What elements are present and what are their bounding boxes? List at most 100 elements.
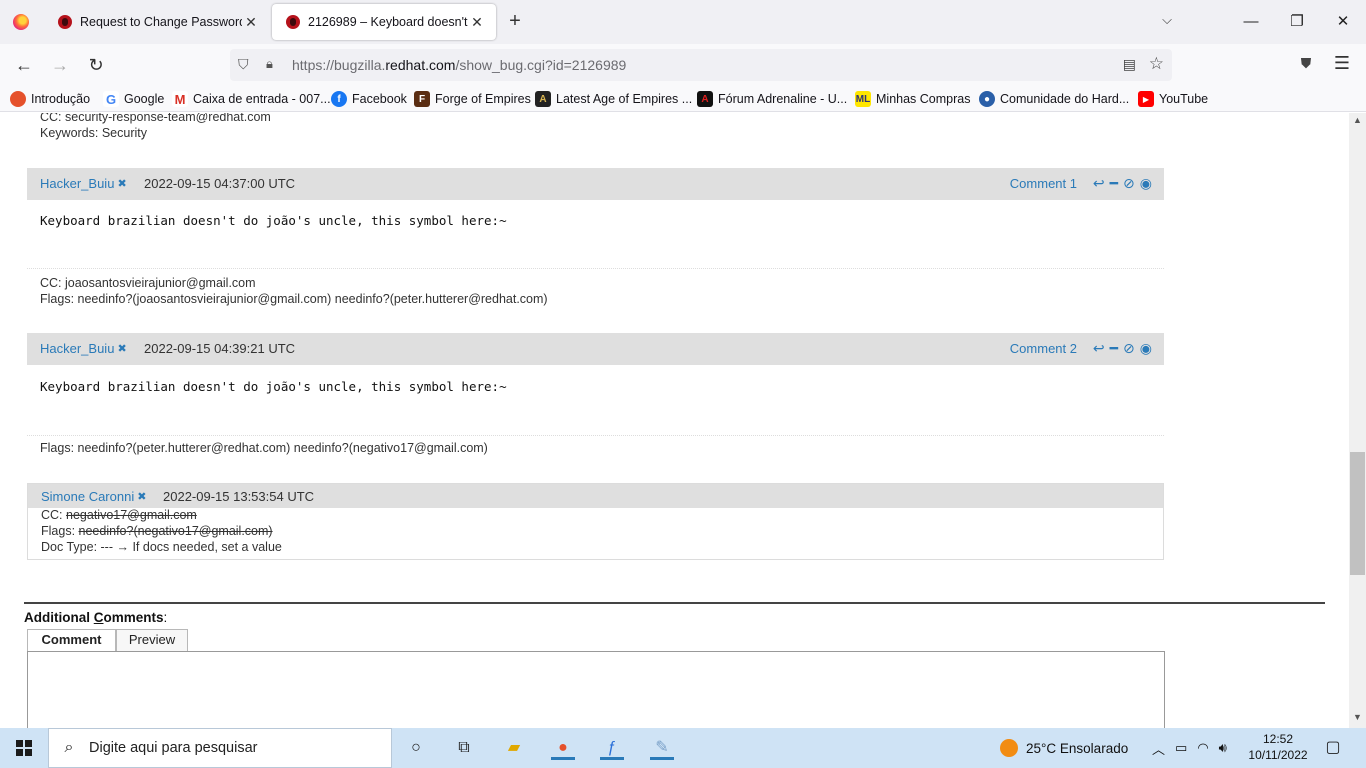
- bookmark-google[interactable]: G Google: [103, 90, 164, 108]
- reader-view-icon[interactable]: ▤: [1123, 56, 1136, 73]
- forward-arrow-icon[interactable]: →: [48, 53, 72, 77]
- taskbar-search-box[interactable]: ⌕ Digite aqui para pesquisar: [48, 728, 392, 768]
- wifi-icon[interactable]: ◠: [1197, 740, 1208, 756]
- scroll-up-arrow-icon[interactable]: ▲: [1349, 115, 1366, 129]
- tab-bar: Request to Change Password ✕ 2126989 – K…: [0, 0, 1366, 44]
- tab-preview[interactable]: Preview: [116, 629, 188, 651]
- top-keywords-line: Keywords: Security: [40, 126, 147, 140]
- close-icon[interactable]: ✕: [468, 14, 486, 31]
- firefox-icon: [10, 91, 26, 107]
- bookmark-introducao[interactable]: Introdução: [10, 90, 90, 108]
- pocket-icon[interactable]: ⛊: [1296, 55, 1316, 75]
- url-text[interactable]: https://bugzilla.redhat.com/show_bug.cgi…: [292, 57, 626, 73]
- comment-header: Hacker_Buiu ✖ 2022-09-15 04:37:00 UTC Com…: [27, 168, 1164, 200]
- chevron-up-icon[interactable]: ︿: [1152, 739, 1165, 758]
- hide-eye-icon[interactable]: ⊘: [1123, 340, 1135, 357]
- activity-flags-line: Flags: needinfo?(negativo17@gmail.com): [41, 524, 273, 538]
- comment-date: 2022-09-15 04:37:00 UTC: [144, 176, 296, 191]
- system-clock[interactable]: 12:52 10/11/2022: [1246, 731, 1310, 763]
- eye-icon[interactable]: ◉: [1140, 175, 1152, 192]
- comment-separator: [27, 268, 1164, 269]
- bookmarks-toolbar: Introdução G Google M Caixa de entrada - 0…: [0, 86, 1366, 112]
- tab-comment[interactable]: Comment: [27, 629, 116, 651]
- mercado-livre-icon: ML: [855, 91, 871, 107]
- bookmark-age-of-empires[interactable]: A Latest Age of Empires ...: [535, 90, 692, 108]
- search-placeholder: Digite aqui para pesquisar: [89, 740, 258, 756]
- bookmark-forum-adrenaline[interactable]: A Fórum Adrenaline - U...: [697, 90, 847, 108]
- comment-author[interactable]: Hacker_Buiu ✖: [40, 341, 127, 356]
- comment-textarea[interactable]: [27, 651, 1165, 728]
- task-view-icon[interactable]: ⧉: [452, 736, 476, 760]
- clock-time: 12:52: [1262, 732, 1294, 746]
- wrench-icon: ✖: [137, 491, 147, 503]
- url-bar[interactable]: ⛉ 🔒︎ https://bugzilla.redhat.com/show_bu…: [230, 49, 1172, 81]
- bugzilla-favicon-icon: [58, 15, 72, 29]
- lock-icon[interactable]: 🔒︎: [266, 56, 280, 74]
- file-explorer-icon[interactable]: ▰: [502, 736, 526, 760]
- bookmark-minhas-compras[interactable]: ML Minhas Compras: [855, 90, 970, 108]
- comment-cc-line: CC: joaosantosvieirajunior@gmail.com: [40, 276, 256, 290]
- additional-comments-label: Additional Comments:: [24, 610, 168, 625]
- reload-icon[interactable]: ↻: [84, 53, 108, 77]
- eye-icon[interactable]: ◉: [1140, 340, 1152, 357]
- bookmark-facebook[interactable]: f Facebook: [331, 90, 407, 108]
- tab-bug-2126989[interactable]: 2126989 – Keyboard doesn't do ✕: [272, 4, 496, 40]
- clock-date: 10/11/2022: [1248, 748, 1308, 762]
- bug-page-content: CC: security-response-team@redhat.com Ke…: [0, 113, 1350, 728]
- age-of-empires-icon: A: [535, 91, 551, 107]
- close-icon[interactable]: ✕: [242, 14, 260, 31]
- bookmark-star-icon[interactable]: ☆: [1149, 54, 1164, 74]
- page-scrollbar[interactable]: ▲ ▼: [1349, 113, 1366, 728]
- collapse-icon[interactable]: ━: [1110, 175, 1118, 192]
- activity-author[interactable]: Simone Caronni ✖: [41, 489, 146, 504]
- tab-request-change-password[interactable]: Request to Change Password ✕: [44, 4, 270, 40]
- tab-title: Request to Change Password: [80, 15, 242, 29]
- reply-icon[interactable]: ↩: [1093, 175, 1105, 192]
- minimize-button[interactable]: —: [1228, 0, 1274, 44]
- chevron-down-icon[interactable]: ⌵: [1157, 12, 1177, 32]
- firefox-taskbar-icon[interactable]: ●: [551, 736, 575, 760]
- new-tab-button[interactable]: +: [503, 10, 527, 34]
- comment-flags-line: Flags: needinfo?(joaosantosvieirajunior@…: [40, 292, 548, 306]
- activity-header: Simone Caronni ✖ 2022-09-15 13:53:54 UTC: [28, 484, 1163, 508]
- start-button[interactable]: [0, 728, 48, 768]
- app-taskbar-icon[interactable]: ƒ: [600, 736, 624, 760]
- comment-flags-line: Flags: needinfo?(peter.hutterer@redhat.c…: [40, 441, 488, 455]
- collapse-icon[interactable]: ━: [1110, 340, 1118, 357]
- window-close-button[interactable]: ✕: [1320, 0, 1366, 44]
- paint-taskbar-icon[interactable]: ✎: [650, 736, 674, 760]
- battery-icon[interactable]: ▭: [1175, 740, 1187, 756]
- shield-icon[interactable]: ⛉: [238, 56, 254, 74]
- bookmark-comunidade-hardware[interactable]: ● Comunidade do Hard...: [979, 90, 1129, 108]
- forge-of-empires-icon: F: [414, 91, 430, 107]
- bookmark-forge-of-empires[interactable]: F Forge of Empires: [414, 90, 531, 108]
- scroll-down-arrow-icon[interactable]: ▼: [1349, 712, 1366, 726]
- activity-doctype-line: Doc Type: --- → If docs needed, set a va…: [41, 540, 282, 554]
- firefox-view-button[interactable]: [0, 0, 42, 44]
- restore-button[interactable]: ❐: [1274, 0, 1320, 44]
- cortana-icon[interactable]: ○: [404, 736, 428, 760]
- bookmark-gmail[interactable]: M Caixa de entrada - 007...: [172, 90, 331, 108]
- reply-icon[interactable]: ↩: [1093, 340, 1105, 357]
- adrenaline-icon: A: [697, 91, 713, 107]
- clube-hardware-icon: ●: [979, 91, 995, 107]
- tab-title: 2126989 – Keyboard doesn't do: [308, 15, 468, 29]
- firefox-icon: [13, 14, 29, 30]
- notification-icon[interactable]: ▢: [1322, 737, 1344, 759]
- youtube-icon: ▶: [1138, 91, 1154, 107]
- comment-body: Keyboard brazilian doesn't do joão's unc…: [40, 213, 507, 228]
- hamburger-menu-icon[interactable]: ☰: [1332, 53, 1352, 75]
- comment-author[interactable]: Hacker_Buiu ✖: [40, 176, 127, 191]
- sun-icon: [1000, 739, 1018, 757]
- bookmark-youtube[interactable]: ▶ YouTube: [1138, 90, 1208, 108]
- bugzilla-favicon-icon: [286, 15, 300, 29]
- search-icon: ⌕: [64, 739, 74, 756]
- comment-number-link[interactable]: Comment 1: [1010, 176, 1077, 191]
- navigation-bar: ← → ↻ ⛉ 🔒︎ https://bugzilla.redhat.com/s…: [0, 44, 1366, 86]
- comment-number-link[interactable]: Comment 2: [1010, 341, 1077, 356]
- hide-eye-icon[interactable]: ⊘: [1123, 175, 1135, 192]
- back-arrow-icon[interactable]: ←: [12, 53, 36, 77]
- scrollbar-thumb[interactable]: [1350, 452, 1365, 575]
- weather-widget[interactable]: 25°C Ensolarado: [1000, 728, 1128, 768]
- volume-icon[interactable]: 🔊︎: [1219, 740, 1227, 756]
